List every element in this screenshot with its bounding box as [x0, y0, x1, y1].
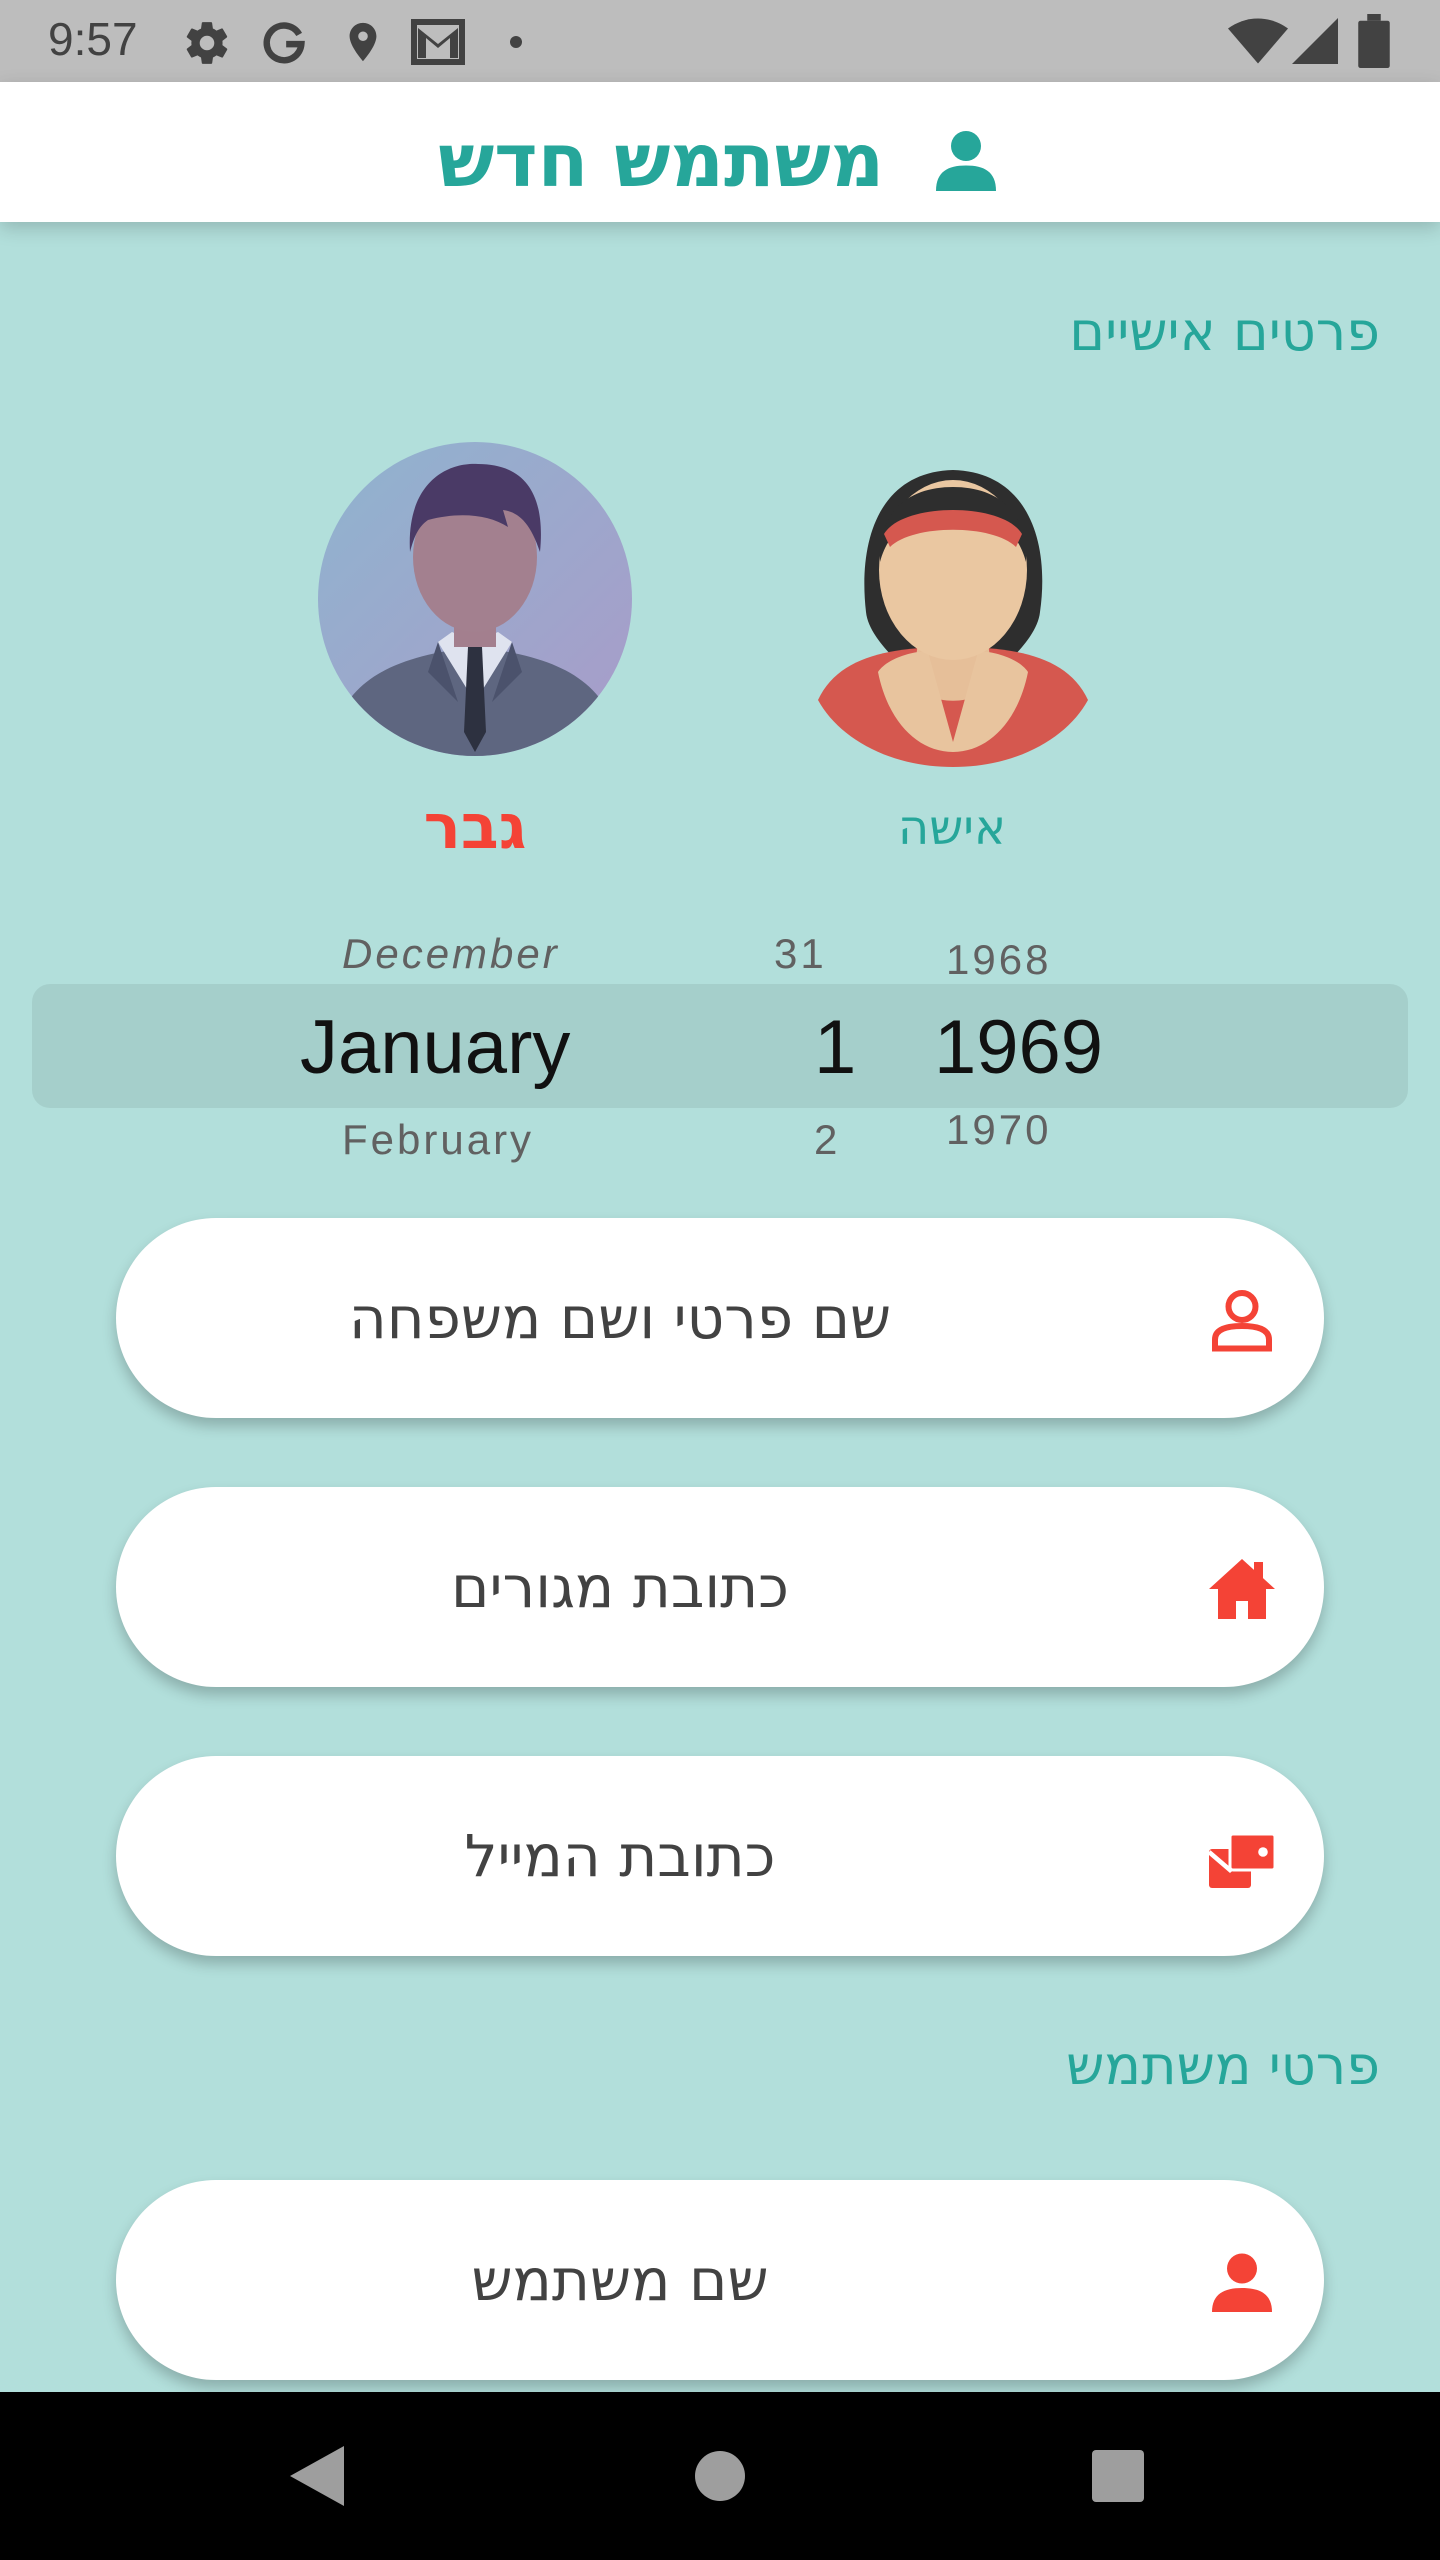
status-time: 9:57 — [48, 13, 138, 65]
location-icon — [349, 22, 377, 62]
app-bar: משתמש חדש — [0, 82, 1440, 222]
gmail-icon — [411, 19, 465, 65]
female-avatar[interactable] — [818, 452, 1088, 770]
settings-icon — [186, 22, 228, 64]
year-prev[interactable]: 1968 — [946, 936, 1051, 984]
email-field-label: כתובת המייל — [464, 1822, 776, 1890]
date-picker-selection-band — [32, 984, 1408, 1108]
username-field-label: שם משתמש — [471, 2246, 769, 2314]
personal-section-title: פרטים אישיים — [1069, 300, 1380, 363]
battery-icon — [1358, 14, 1390, 68]
back-icon[interactable] — [290, 2446, 344, 2506]
user-section-title: פרטי משתמש — [1066, 2034, 1380, 2097]
navigation-bar — [0, 2392, 1440, 2560]
dot-icon — [510, 36, 522, 48]
address-field[interactable]: כתובת מגורים — [116, 1487, 1324, 1687]
full-name-field[interactable]: שם פרטי ושם משפחה — [116, 1218, 1324, 1418]
signal-icon — [1292, 18, 1338, 64]
user-icon — [935, 131, 996, 192]
day-next[interactable]: 2 — [814, 1116, 840, 1164]
recents-icon[interactable] — [1092, 2450, 1144, 2502]
username-field[interactable]: שם משתמש — [116, 2180, 1324, 2380]
email-icon — [1207, 1832, 1277, 1888]
wifi-icon — [1228, 18, 1288, 64]
female-label[interactable]: אישה — [852, 800, 1052, 856]
male-avatar[interactable] — [318, 442, 632, 756]
year-selected[interactable]: 1969 — [934, 1004, 1103, 1091]
address-field-label: כתובת מגורים — [451, 1553, 789, 1621]
male-label[interactable]: גבר — [368, 790, 582, 863]
home-icon — [1209, 1559, 1275, 1619]
full-name-field-label: שם פרטי ושם משפחה — [348, 1284, 892, 1352]
day-selected[interactable]: 1 — [814, 1004, 856, 1091]
google-icon — [263, 22, 305, 64]
page-title: משתמש חדש — [438, 118, 885, 205]
month-selected[interactable]: January — [300, 1004, 570, 1091]
person-outline-icon — [1212, 1290, 1272, 1352]
month-prev[interactable]: December — [342, 930, 560, 978]
home-circle-icon[interactable] — [694, 2450, 746, 2502]
month-next[interactable]: February — [342, 1116, 534, 1164]
day-prev[interactable]: 31 — [774, 930, 827, 978]
page-title-row: משתמש חדש — [0, 114, 1440, 204]
status-bar: 9:57 — [0, 0, 1440, 82]
person-icon — [1212, 2253, 1272, 2312]
year-next[interactable]: 1970 — [946, 1106, 1051, 1154]
email-field[interactable]: כתובת המייל — [116, 1756, 1324, 1956]
